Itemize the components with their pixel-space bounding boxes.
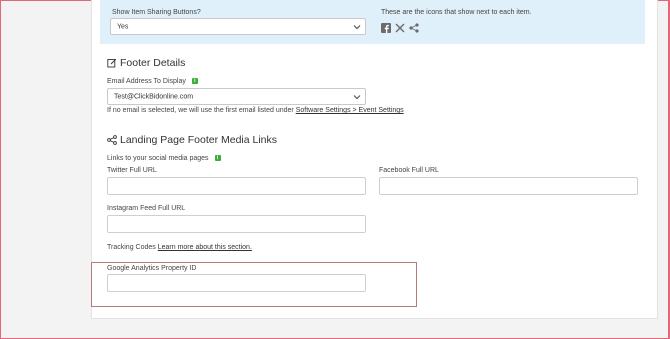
- tracking-codes-label: Tracking Codes: [107, 244, 158, 251]
- facebook-url-input[interactable]: [379, 177, 638, 195]
- facebook-label: Facebook Full URL: [379, 167, 439, 174]
- email-note-text: If no email is selected, we will use the…: [107, 107, 296, 114]
- footer-details-heading: Footer Details: [107, 57, 185, 69]
- social-intro-row: Links to your social media pages i: [107, 155, 221, 162]
- item-sharing-label: Show Item Sharing Buttons?: [112, 9, 201, 16]
- item-sharing-select[interactable]: Yes: [110, 18, 366, 35]
- chevron-down-icon: [353, 24, 361, 29]
- icons-note: These are the icons that show next to ea…: [381, 9, 532, 16]
- tracking-learn-more-link[interactable]: Learn more about this section.: [158, 244, 252, 251]
- chevron-down-icon: [353, 94, 361, 99]
- email-label-row: Email Address To Display i: [107, 78, 198, 85]
- share-icons-preview: [381, 20, 419, 33]
- edit-icon: [107, 58, 117, 68]
- item-sharing-value: Yes: [117, 23, 129, 30]
- ga-property-id-input[interactable]: [107, 274, 366, 292]
- frame-left: [0, 0, 1, 339]
- twitter-label: Twitter Full URL: [107, 167, 157, 174]
- info-badge-icon[interactable]: i: [191, 78, 198, 85]
- media-links-heading: Landing Page Footer Media Links: [107, 134, 277, 146]
- email-select[interactable]: Test@ClickBidonline.com: [107, 88, 366, 105]
- instagram-label: Instagram Feed Full URL: [107, 205, 186, 212]
- share-icon: [107, 135, 117, 145]
- facebook-icon: [381, 20, 391, 33]
- info-badge-icon[interactable]: i: [214, 155, 221, 162]
- instagram-url-input[interactable]: [107, 215, 366, 233]
- tracking-codes-row: Tracking Codes Learn more about this sec…: [107, 244, 252, 251]
- email-note: If no email is selected, we will use the…: [107, 107, 404, 114]
- share-icon: [409, 20, 419, 33]
- ga-label: Google Analytics Property ID: [107, 265, 197, 272]
- twitter-url-input[interactable]: [107, 177, 366, 195]
- media-links-title: Landing Page Footer Media Links: [120, 134, 278, 146]
- social-intro: Links to your social media pages: [107, 155, 209, 162]
- event-settings-link[interactable]: Software Settings > Event Settings: [296, 107, 404, 114]
- email-label: Email Address To Display: [107, 78, 186, 85]
- x-icon: [395, 20, 405, 33]
- email-value: Test@ClickBidonline.com: [114, 93, 194, 100]
- footer-details-title: Footer Details: [120, 57, 186, 69]
